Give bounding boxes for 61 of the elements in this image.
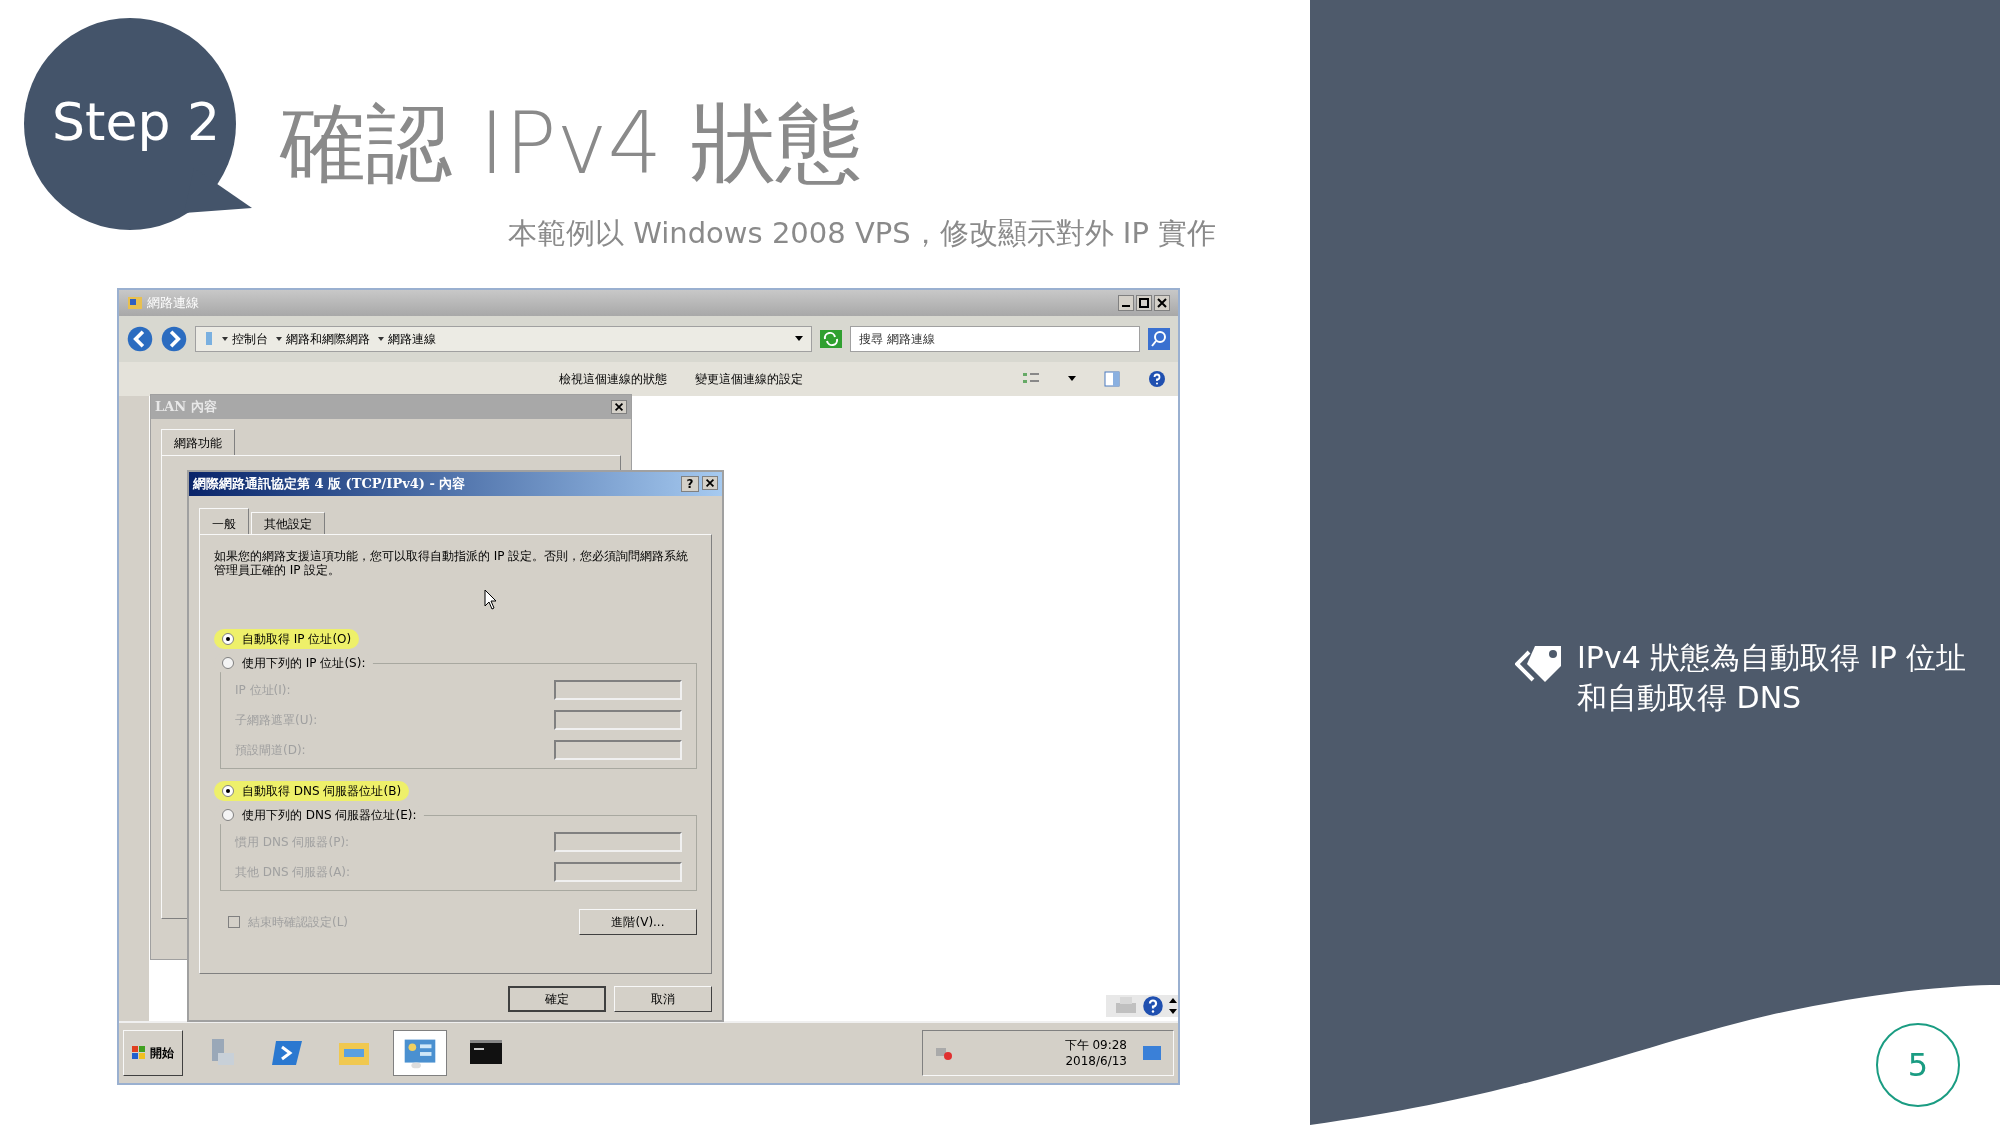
help-icon[interactable] <box>1142 995 1164 1018</box>
note-text: IPv4 狀態為自動取得 IP 位址和自動取得 DNS <box>1577 639 1968 717</box>
cancel-button[interactable]: 取消 <box>614 986 712 1012</box>
radio-button[interactable] <box>222 657 234 669</box>
caret-icon <box>222 336 228 342</box>
close-icon[interactable] <box>702 476 718 490</box>
back-icon[interactable] <box>127 326 153 352</box>
ip-address-field[interactable] <box>554 710 682 730</box>
help-button[interactable]: ? <box>681 476 699 492</box>
forward-icon[interactable] <box>161 326 187 352</box>
search-icon[interactable] <box>1148 328 1170 350</box>
dialog-title: LAN 內容 <box>155 398 217 417</box>
ip-address-field[interactable] <box>554 740 682 760</box>
caret-icon[interactable] <box>1068 376 1076 382</box>
tab[interactable]: 其他設定 <box>251 512 325 534</box>
close-icon[interactable] <box>611 400 627 414</box>
dialog-title: 網際網路通訊協定第 4 版 (TCP/IPv4) - 內容 <box>193 475 466 494</box>
ip-address-field[interactable] <box>554 680 682 700</box>
ip-address-field[interactable] <box>554 832 682 852</box>
radio-option[interactable]: 自動取得 DNS 伺服器位址(B) <box>214 781 410 801</box>
clock-time: 下午 09:28 <box>1064 1037 1127 1054</box>
radio-label: 自動取得 DNS 伺服器位址(B) <box>242 783 402 800</box>
windows-logo-icon <box>132 1046 146 1061</box>
radio-button[interactable] <box>222 785 234 797</box>
clock-date: 2018/6/13 <box>1065 1053 1127 1070</box>
network-folder-icon <box>127 295 143 311</box>
command-button[interactable]: 檢視這個連線的狀態 <box>559 370 667 388</box>
breadcrumb-item[interactable]: 網路連線 <box>388 330 436 348</box>
caret-icon <box>378 336 384 342</box>
breadcrumb-item[interactable]: 網路和網際網路 <box>286 330 370 348</box>
slide-title: 確認 IPv4 狀態 <box>280 100 862 186</box>
network-alert-icon[interactable] <box>934 1045 953 1062</box>
radio-label: 使用下列的 IP 位址(S): <box>242 655 366 672</box>
radio-button[interactable] <box>222 633 234 645</box>
ok-button[interactable]: 確定 <box>508 986 606 1012</box>
help-icon[interactable] <box>1148 370 1166 388</box>
breadcrumb-item[interactable]: 控制台 <box>232 330 268 348</box>
command-button[interactable]: 變更這個連線的設定 <box>695 370 803 388</box>
caret-icon <box>276 336 282 342</box>
radio-label: 使用下列的 DNS 伺服器位址(E): <box>242 807 417 824</box>
radio-option[interactable]: 自動取得 IP 位址(O) <box>214 629 360 649</box>
preview-pane-icon[interactable] <box>1104 371 1120 387</box>
address-bar[interactable]: 控制台 網路和網際網路 網路連線 <box>195 326 812 352</box>
minimize-icon[interactable] <box>1118 295 1134 311</box>
refresh-icon[interactable] <box>820 330 842 348</box>
advanced-button[interactable]: 進階(V)... <box>579 909 697 935</box>
search-field[interactable]: 搜尋 網路連線 <box>850 326 1140 352</box>
tab[interactable]: 一般 <box>199 508 249 534</box>
window-title: 網路連線 <box>147 294 199 313</box>
maximize-icon[interactable] <box>1136 295 1152 311</box>
close-icon[interactable] <box>1154 295 1170 311</box>
description-text: 如果您的網路支援這項功能，您可以取得自動指派的 IP 設定。否則，您必須詢問網路系統管理員正確的 IP 設定。 <box>214 549 690 577</box>
caret-icon[interactable] <box>795 336 803 342</box>
ip-address-field[interactable] <box>554 862 682 882</box>
tab[interactable]: 網路功能 <box>161 429 235 455</box>
radio-button[interactable] <box>222 809 234 821</box>
slide-subtitle: 本範例以 Windows 2008 VPS，修改顯示對外 IP 實作 <box>508 215 1217 252</box>
radio-label: 自動取得 IP 位址(O) <box>242 631 352 648</box>
mouse-cursor-icon <box>484 589 498 611</box>
control-panel-icon[interactable] <box>393 1030 447 1077</box>
start-button[interactable]: 開始 <box>123 1030 183 1077</box>
